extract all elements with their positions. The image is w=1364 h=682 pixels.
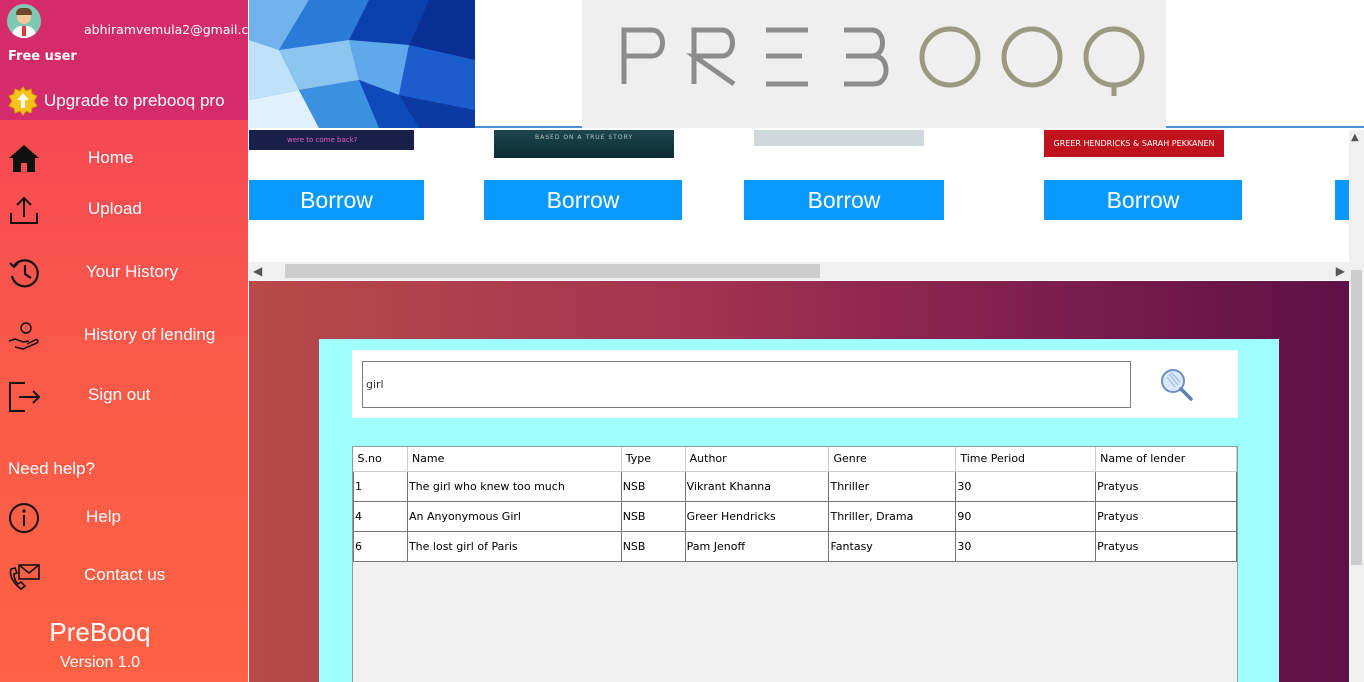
- search-icon[interactable]: [1158, 366, 1194, 402]
- table-row[interactable]: 1 The girl who knew too much NSB Vikrant…: [353, 470, 1237, 502]
- table-cell[interactable]: Pratyus: [1095, 500, 1237, 532]
- table-cell[interactable]: Thriller, Drama: [828, 500, 957, 532]
- table-cell[interactable]: Pam Jenoff: [684, 530, 830, 562]
- book-carousel: were to come back? BASED ON A TRUE STORY…: [249, 130, 1349, 280]
- table-row[interactable]: 4 An Anyonymous Girl NSB Greer Hendricks…: [353, 500, 1237, 532]
- column-header[interactable]: Name: [407, 447, 622, 472]
- table-cell[interactable]: Greer Hendricks: [684, 500, 830, 532]
- sidebar-item-label: Upload: [88, 199, 142, 218]
- table-cell[interactable]: An Anyonymous Girl: [406, 500, 622, 532]
- upload-icon: [10, 196, 38, 224]
- main-area: S.no Name Type Author Genre Time Period …: [249, 281, 1349, 682]
- column-header[interactable]: Author: [685, 447, 830, 472]
- hand-heart-icon: [8, 322, 39, 350]
- search-bar: [352, 350, 1238, 418]
- scrollbar-thumb[interactable]: [1351, 270, 1362, 565]
- search-panel: S.no Name Type Author Genre Time Period …: [319, 339, 1279, 682]
- book-cover[interactable]: [754, 130, 924, 146]
- column-header[interactable]: Time Period: [955, 447, 1097, 472]
- book-cover-text: GREER HENDRICKS & SARAH PEKKANEN: [1053, 139, 1215, 148]
- table-header-row: S.no Name Type Author Genre Time Period …: [353, 447, 1237, 472]
- help-heading: Need help?: [8, 459, 95, 478]
- user-plan: Free user: [8, 49, 77, 64]
- table-cell[interactable]: NSB: [620, 470, 686, 502]
- book-cover-text: BASED ON A TRUE STORY: [534, 134, 634, 141]
- sidebar-item-signout[interactable]: Sign out: [0, 373, 248, 417]
- column-header[interactable]: S.no: [353, 447, 408, 472]
- banner-image: [249, 0, 475, 128]
- table-cell[interactable]: The girl who knew too much: [406, 470, 622, 502]
- table-cell[interactable]: Pratyus: [1095, 470, 1237, 502]
- table-cell[interactable]: 30: [955, 530, 1097, 562]
- sidebar-item-home[interactable]: Home: [0, 136, 248, 180]
- book-cover[interactable]: BASED ON A TRUE STORY: [494, 130, 674, 158]
- sidebar-item-contact[interactable]: Contact us: [0, 553, 248, 597]
- contact-mail-icon: [9, 564, 40, 591]
- table-cell[interactable]: The lost girl of Paris: [406, 530, 622, 562]
- scroll-up-arrow-icon[interactable]: ▲: [1351, 132, 1359, 143]
- column-header[interactable]: Genre: [828, 447, 957, 472]
- borrow-button[interactable]: Borrow: [249, 180, 424, 220]
- borrow-button[interactable]: Borrow: [744, 180, 944, 220]
- vertical-scrollbar[interactable]: ▲: [1349, 130, 1364, 682]
- sidebar: abhiramvemula2@gmail.co Free user Upgrad…: [0, 0, 248, 682]
- prebooq-logo: [582, 0, 1166, 128]
- home-icon: [9, 145, 39, 172]
- column-header[interactable]: Name of lender: [1095, 447, 1237, 472]
- sign-out-icon: [9, 382, 41, 412]
- sidebar-item-label: Your History: [86, 262, 178, 281]
- sidebar-item-help[interactable]: Help: [0, 495, 248, 539]
- user-email: abhiramvemula2@gmail.co: [84, 22, 248, 37]
- sidebar-item-label: History of lending: [84, 325, 216, 344]
- table-cell[interactable]: NSB: [620, 530, 686, 562]
- borrow-button[interactable]: Borrow: [1044, 180, 1242, 220]
- borrow-button-partial[interactable]: [1335, 180, 1349, 220]
- search-input[interactable]: [362, 361, 1131, 408]
- table-cell[interactable]: Fantasy: [828, 530, 957, 562]
- app-name: PreBooq: [49, 617, 151, 647]
- sidebar-item-history[interactable]: Your History: [0, 250, 248, 294]
- scrollbar-thumb[interactable]: [285, 264, 820, 278]
- table-cell[interactable]: Vikrant Khanna: [684, 470, 830, 502]
- table-cell[interactable]: 4: [353, 500, 408, 532]
- scroll-right-arrow-icon[interactable]: ▶: [1336, 262, 1345, 280]
- table-cell[interactable]: Thriller: [828, 470, 957, 502]
- avatar: [7, 4, 41, 38]
- sidebar-item-label: Contact us: [84, 565, 166, 584]
- account-panel: abhiramvemula2@gmail.co Free user Upgrad…: [0, 0, 248, 120]
- sidebar-item-label: Help: [86, 507, 121, 526]
- sidebar-item-label: Sign out: [88, 385, 151, 404]
- upgrade-badge-icon: [8, 86, 38, 116]
- header: [249, 0, 1364, 128]
- book-cover-text: were to come back?: [287, 136, 358, 144]
- sidebar-item-upload[interactable]: Upload: [0, 187, 248, 231]
- upgrade-button[interactable]: Upgrade to prebooq pro: [8, 85, 225, 117]
- column-header[interactable]: Type: [621, 447, 686, 472]
- results-table: S.no Name Type Author Genre Time Period …: [352, 446, 1238, 682]
- sidebar-item-label: Home: [88, 148, 134, 167]
- borrow-button[interactable]: Borrow: [484, 180, 682, 220]
- table-cell[interactable]: NSB: [620, 500, 686, 532]
- app-version: Version 1.0: [59, 654, 141, 671]
- book-cover[interactable]: GREER HENDRICKS & SARAH PEKKANEN: [1044, 130, 1224, 157]
- book-cover[interactable]: were to come back?: [249, 130, 414, 150]
- scroll-left-arrow-icon[interactable]: ◀: [253, 262, 262, 280]
- table-cell[interactable]: 1: [353, 470, 408, 502]
- info-icon: [9, 503, 39, 533]
- horizontal-scrollbar[interactable]: ◀ ▶: [249, 262, 1349, 280]
- table-cell[interactable]: 6: [353, 530, 408, 562]
- table-cell[interactable]: 90: [955, 500, 1097, 532]
- table-cell[interactable]: Pratyus: [1095, 530, 1237, 562]
- table-cell[interactable]: 30: [955, 470, 1097, 502]
- sidebar-item-lending[interactable]: History of lending: [0, 313, 248, 357]
- history-icon: [9, 259, 39, 288]
- upgrade-label: Upgrade to prebooq pro: [44, 91, 225, 110]
- table-row[interactable]: 6 The lost girl of Paris NSB Pam Jenoff …: [353, 530, 1237, 562]
